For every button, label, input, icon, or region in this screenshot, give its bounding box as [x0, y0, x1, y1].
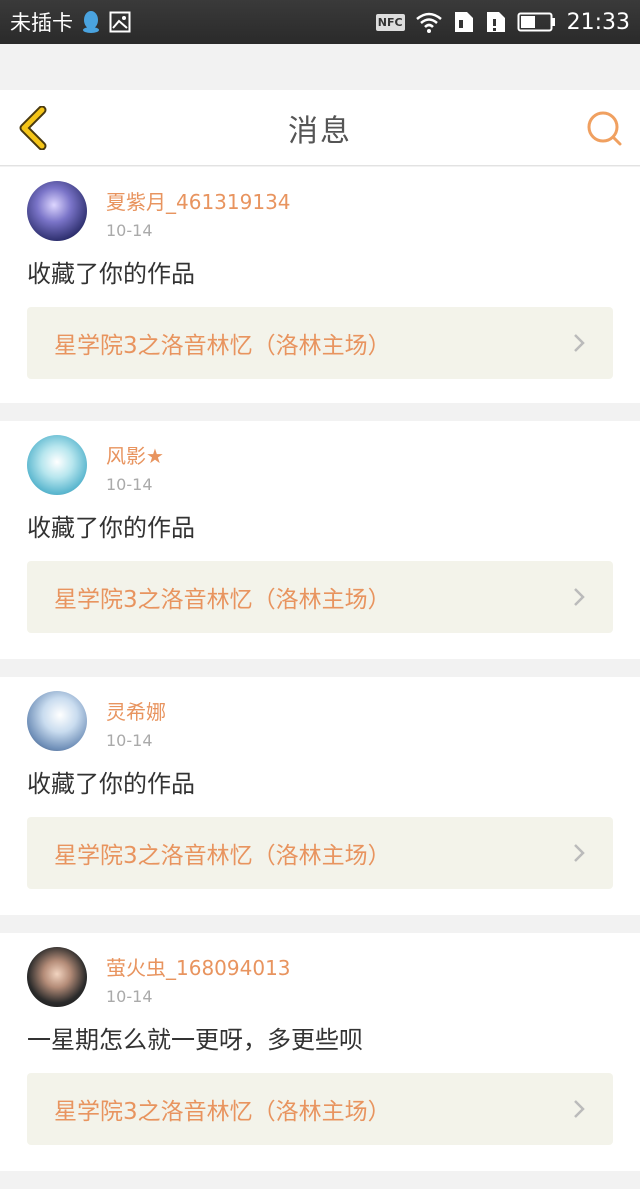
message-card: 风影★ 10-14 收藏了你的作品 星学院3之洛音林忆（洛林主场）	[0, 421, 640, 659]
page-title: 消息	[288, 113, 352, 149]
battery-icon	[517, 11, 557, 33]
chevron-right-icon	[574, 588, 585, 606]
search-button[interactable]	[586, 110, 624, 148]
work-link[interactable]: 星学院3之洛音林忆（洛林主场）	[27, 1073, 613, 1145]
username[interactable]: 风影★	[106, 443, 164, 469]
wifi-icon	[415, 11, 443, 33]
nfc-icon: NFC	[375, 13, 405, 31]
carrier-label: 未插卡	[10, 11, 73, 35]
avatar[interactable]	[27, 947, 87, 1007]
message-card: 萤火虫_168094013 10-14 一星期怎么就一更呀，多更些呗 星学院3之…	[0, 933, 640, 1171]
work-link[interactable]: 星学院3之洛音林忆（洛林主场）	[27, 561, 613, 633]
header-bar: 消息	[0, 90, 640, 166]
work-link[interactable]: 星学院3之洛音林忆（洛林主场）	[27, 817, 613, 889]
status-bar: 未插卡 NFC 21:33	[0, 0, 640, 44]
message-card: 夏紫月_461319134 10-14 收藏了你的作品 星学院3之洛音林忆（洛林…	[0, 167, 640, 403]
avatar[interactable]	[27, 181, 87, 241]
sim1-icon	[453, 10, 475, 34]
message-date: 10-14	[106, 475, 153, 494]
top-spacer	[0, 44, 640, 90]
qq-icon	[81, 10, 101, 34]
work-title: 星学院3之洛音林忆（洛林主场）	[54, 587, 391, 613]
avatar[interactable]	[27, 691, 87, 751]
message-date: 10-14	[106, 731, 153, 750]
chevron-right-icon	[574, 844, 585, 862]
avatar[interactable]	[27, 435, 87, 495]
message-date: 10-14	[106, 987, 153, 1006]
username[interactable]: 萤火虫_168094013	[106, 955, 291, 981]
back-button[interactable]	[14, 105, 54, 151]
message-text: 收藏了你的作品	[27, 514, 195, 542]
chevron-right-icon	[574, 334, 585, 352]
work-title: 星学院3之洛音林忆（洛林主场）	[54, 843, 391, 869]
work-title: 星学院3之洛音林忆（洛林主场）	[54, 1099, 391, 1125]
username[interactable]: 灵希娜	[106, 699, 166, 725]
message-date: 10-14	[106, 221, 153, 240]
username[interactable]: 夏紫月_461319134	[106, 189, 291, 215]
message-text: 一星期怎么就一更呀，多更些呗	[27, 1026, 363, 1054]
search-icon	[587, 111, 622, 146]
work-link[interactable]: 星学院3之洛音林忆（洛林主场）	[27, 307, 613, 379]
back-arrow-icon	[19, 105, 47, 151]
sim2-icon	[485, 10, 507, 34]
message-list: 夏紫月_461319134 10-14 收藏了你的作品 星学院3之洛音林忆（洛林…	[0, 167, 640, 1189]
clock: 21:33	[566, 9, 630, 35]
message-text: 收藏了你的作品	[27, 770, 195, 798]
image-icon	[109, 11, 131, 33]
message-card: 灵希娜 10-14 收藏了你的作品 星学院3之洛音林忆（洛林主场）	[0, 677, 640, 915]
chevron-right-icon	[574, 1100, 585, 1118]
work-title: 星学院3之洛音林忆（洛林主场）	[54, 333, 391, 359]
message-text: 收藏了你的作品	[27, 260, 195, 288]
